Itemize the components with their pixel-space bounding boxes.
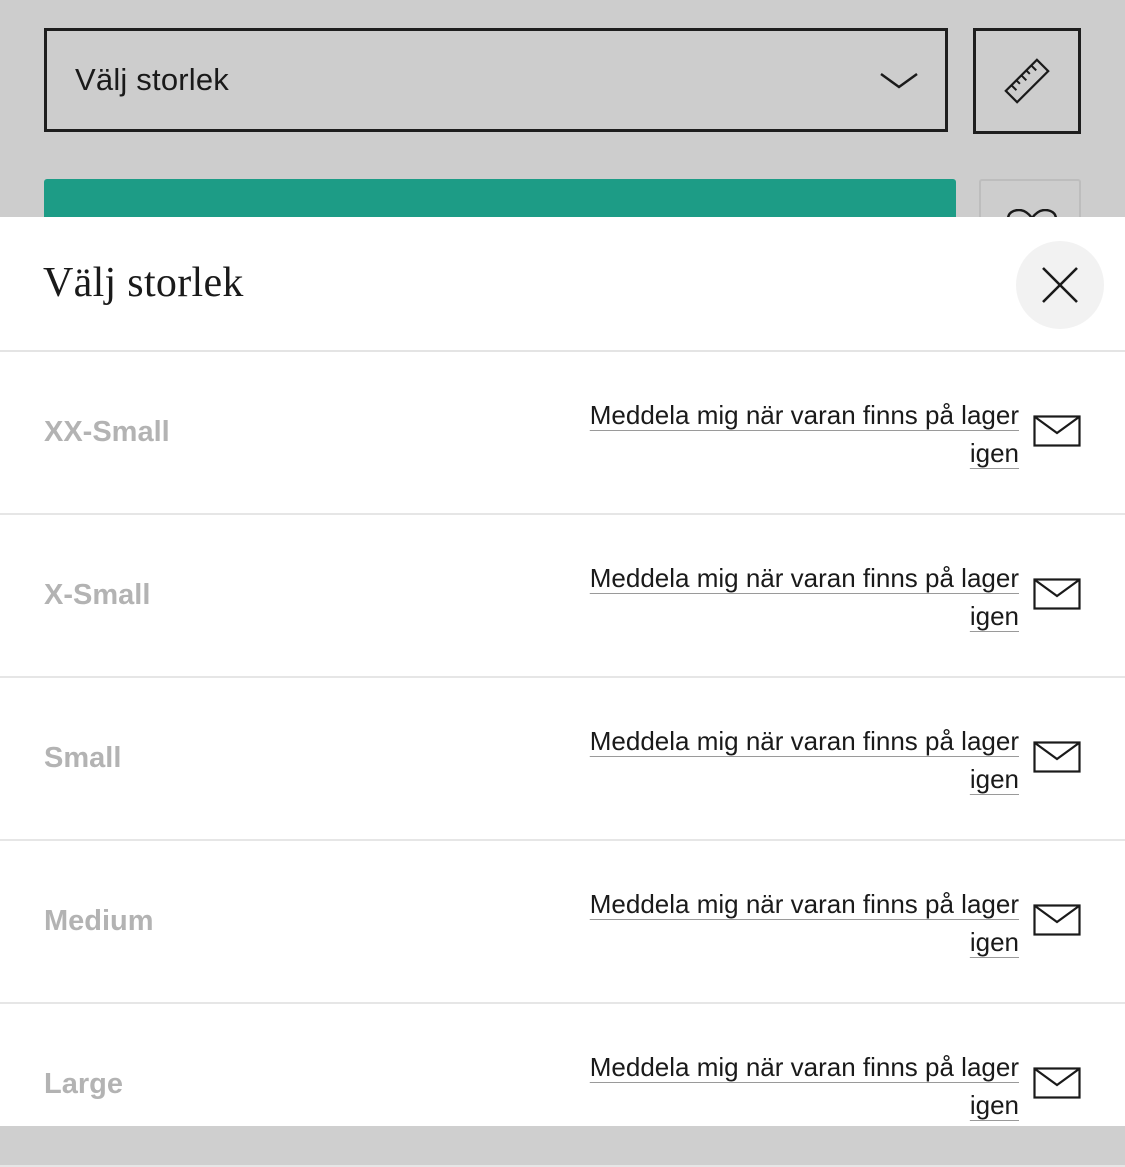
size-name: Medium [44,905,154,937]
size-picker-sheet: Välj storlek XX-Small Meddela mig när va… [0,217,1125,1167]
size-name: Small [44,742,122,774]
size-select[interactable]: Välj storlek [44,28,948,132]
size-option-x-small[interactable]: X-Small Meddela mig när varan finns på l… [0,515,1125,678]
size-option-small[interactable]: Small Meddela mig när varan finns på lag… [0,678,1125,841]
notify-link[interactable]: Meddela mig när varan finns på lager ige… [559,722,1019,798]
sheet-header: Välj storlek [0,217,1125,352]
notify-link-label: Meddela mig när varan finns på lager ige… [589,889,1019,957]
size-option-xx-small[interactable]: XX-Small Meddela mig när varan finns på … [0,352,1125,515]
chevron-down-icon [880,72,918,89]
size-guide-button[interactable] [973,28,1081,134]
size-name: X-Small [44,579,151,611]
mail-icon[interactable] [1033,415,1081,447]
notify-link[interactable]: Meddela mig när varan finns på lager ige… [559,1048,1019,1124]
notify-link-label: Meddela mig när varan finns på lager ige… [589,1052,1019,1120]
size-option-medium[interactable]: Medium Meddela mig när varan finns på la… [0,841,1125,1004]
mail-icon[interactable] [1033,1067,1081,1099]
notify-link-label: Meddela mig när varan finns på lager ige… [589,726,1019,794]
notify-link-label: Meddela mig när varan finns på lager ige… [589,400,1019,468]
notify-link[interactable]: Meddela mig när varan finns på lager ige… [559,885,1019,961]
close-button[interactable] [1016,241,1104,329]
notify-link-label: Meddela mig när varan finns på lager ige… [589,563,1019,631]
sheet-title: Välj storlek [43,260,244,306]
size-select-label: Välj storlek [75,62,230,97]
mail-icon[interactable] [1033,741,1081,773]
background-page: Välj storlek [0,0,1125,239]
notify-link[interactable]: Meddela mig när varan finns på lager ige… [559,559,1019,635]
size-name: Large [44,1068,123,1100]
mail-icon[interactable] [1033,904,1081,936]
size-option-large[interactable]: Large Meddela mig när varan finns på lag… [0,1004,1125,1167]
close-icon [1042,267,1078,303]
mail-icon[interactable] [1033,578,1081,610]
ruler-icon [1004,58,1050,104]
size-name: XX-Small [44,416,170,448]
notify-link[interactable]: Meddela mig när varan finns på lager ige… [559,396,1019,472]
